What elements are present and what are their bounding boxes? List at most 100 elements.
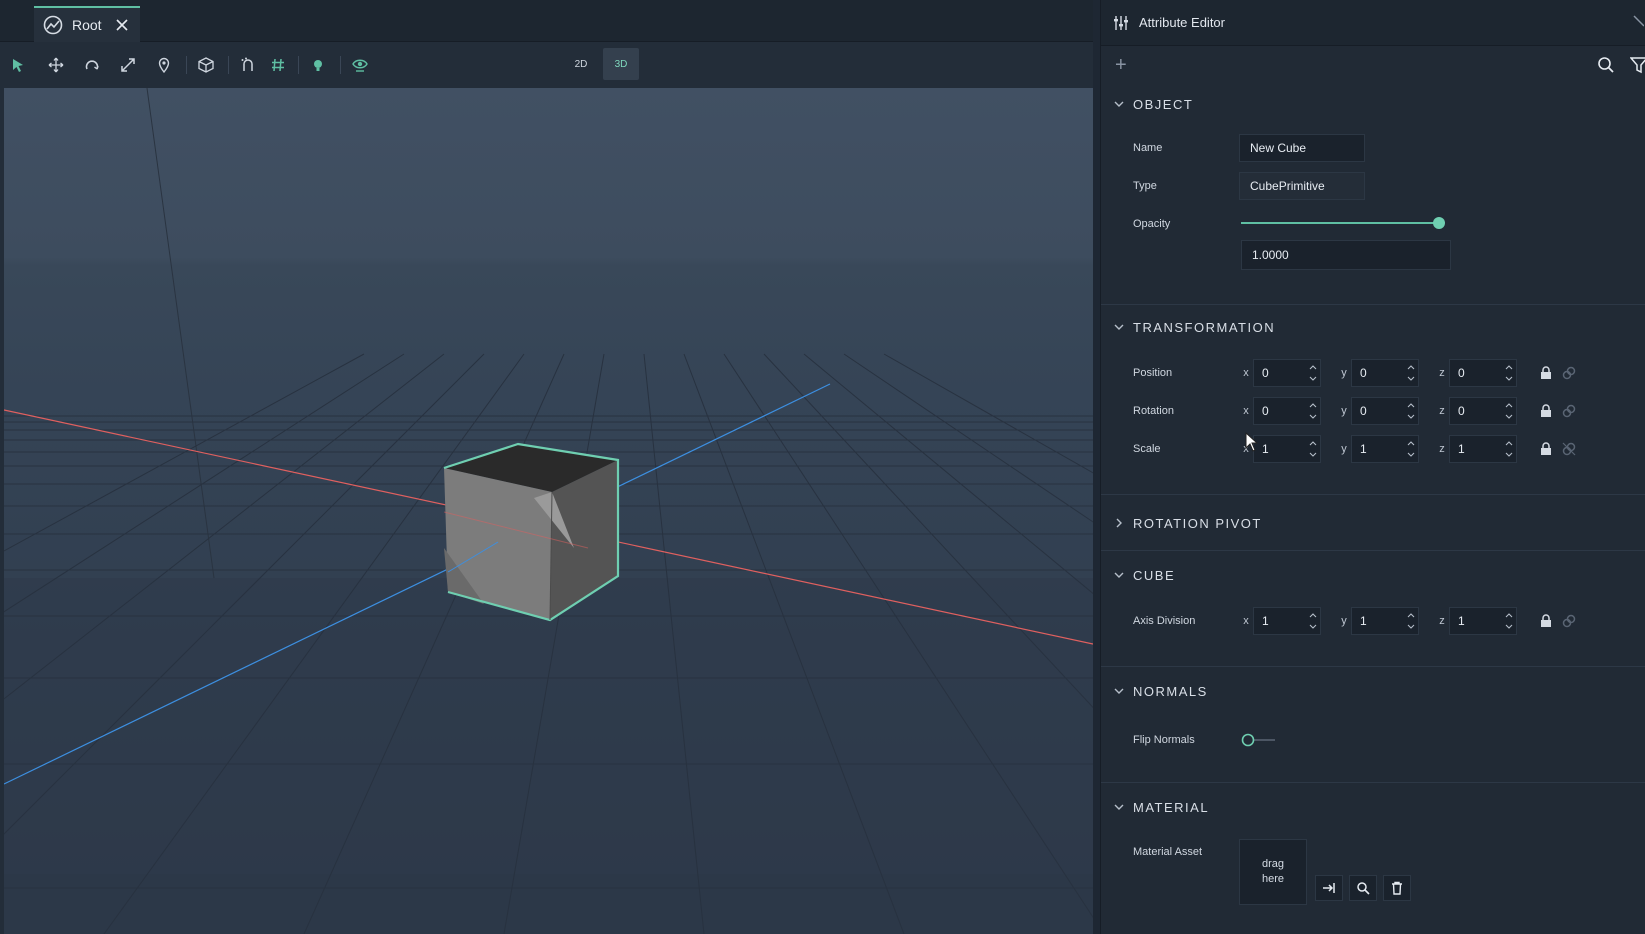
toolbar-separator <box>186 56 187 74</box>
spinner-icon[interactable] <box>1407 611 1415 631</box>
expand-icon <box>121 58 135 72</box>
section-title: OBJECT <box>1133 96 1194 112</box>
rotation-z[interactable]: z0 <box>1435 397 1519 425</box>
section-header-material[interactable]: MATERIAL <box>1113 793 1209 821</box>
type-label: Type <box>1133 180 1157 192</box>
attribute-editor-toolbar: + <box>1101 46 1645 84</box>
3d-viewport[interactable] <box>4 88 1093 934</box>
search-icon[interactable] <box>1597 56 1615 74</box>
section-header-cube[interactable]: CUBE <box>1113 561 1175 589</box>
spinner-icon[interactable] <box>1309 363 1317 383</box>
type-field: CubePrimitive <box>1239 172 1365 200</box>
lock-icon[interactable] <box>1539 366 1553 380</box>
find-material-button[interactable] <box>1349 875 1377 901</box>
spinner-icon[interactable] <box>1407 401 1415 421</box>
axis-division-y-input[interactable]: 1 <box>1351 607 1419 635</box>
rotate-tool-button[interactable] <box>80 53 104 77</box>
axis-division-x-input[interactable]: 1 <box>1253 607 1321 635</box>
rotate-icon <box>85 60 99 70</box>
rotation-y-input[interactable]: 0 <box>1351 397 1419 425</box>
axis-division-x[interactable]: x1 <box>1239 607 1323 635</box>
spinner-icon[interactable] <box>1505 401 1513 421</box>
link-icon[interactable] <box>1561 403 1577 419</box>
snap-button[interactable] <box>236 53 260 77</box>
scale-x-input[interactable]: 1 <box>1253 435 1321 463</box>
pivot-tool-button[interactable] <box>152 53 176 77</box>
scene-canvas[interactable] <box>4 88 1093 934</box>
section-header-normals[interactable]: NORMALS <box>1113 677 1208 705</box>
panel-title: Attribute Editor <box>1139 15 1225 30</box>
rotation-y[interactable]: y0 <box>1337 397 1421 425</box>
spinner-icon[interactable] <box>1407 439 1415 459</box>
name-field[interactable]: New Cube <box>1239 134 1365 162</box>
opacity-field[interactable]: 1.0000 <box>1241 240 1451 270</box>
position-y[interactable]: y0 <box>1337 359 1421 387</box>
link-icon[interactable] <box>1561 441 1577 457</box>
position-z[interactable]: z0 <box>1435 359 1519 387</box>
rotation-x-input[interactable]: 0 <box>1253 397 1321 425</box>
link-icon[interactable] <box>1561 365 1577 381</box>
material-drop-zone[interactable]: drag here <box>1239 839 1307 905</box>
flip-normals-toggle[interactable] <box>1241 733 1277 747</box>
mouse-cursor-icon <box>1245 432 1259 452</box>
view-options-button[interactable] <box>348 53 372 77</box>
mode-3d-button[interactable]: 3D <box>603 48 639 80</box>
assign-material-button[interactable] <box>1315 875 1343 901</box>
grid-toggle-button[interactable] <box>266 53 290 77</box>
close-icon[interactable] <box>114 17 130 33</box>
section-title: CUBE <box>1133 567 1176 583</box>
section-header-transformation[interactable]: TRANSFORMATION <box>1113 313 1275 341</box>
spinner-icon[interactable] <box>1309 611 1317 631</box>
tab-bar: Root <box>0 0 1093 42</box>
lock-icon[interactable] <box>1539 404 1553 418</box>
section-header-object[interactable]: OBJECT <box>1113 90 1193 118</box>
position-y-input[interactable]: 0 <box>1351 359 1419 387</box>
tab-root[interactable]: Root <box>34 6 140 42</box>
axis-division-z[interactable]: z1 <box>1435 607 1519 635</box>
spinner-icon[interactable] <box>1407 363 1415 383</box>
rotation-z-input[interactable]: 0 <box>1449 397 1517 425</box>
pointer-icon <box>13 59 23 72</box>
lighting-button[interactable] <box>306 53 330 77</box>
position-x[interactable]: x0 <box>1239 359 1323 387</box>
lock-icon[interactable] <box>1539 614 1553 628</box>
opacity-slider-thumb[interactable] <box>1433 217 1445 229</box>
add-attribute-button[interactable]: + <box>1115 54 1127 77</box>
position-x-input[interactable]: 0 <box>1253 359 1321 387</box>
spinner-icon[interactable] <box>1309 439 1317 459</box>
attribute-editor-header: Attribute Editor <box>1101 0 1645 46</box>
cube-mesh[interactable] <box>443 442 620 622</box>
rotation-x[interactable]: x0 <box>1239 397 1323 425</box>
position-z-input[interactable]: 0 <box>1449 359 1517 387</box>
filter-icon[interactable] <box>1630 56 1645 74</box>
spinner-icon[interactable] <box>1505 363 1513 383</box>
lock-icon[interactable] <box>1539 442 1553 456</box>
scale-z[interactable]: z1 <box>1435 435 1519 463</box>
select-tool-button[interactable] <box>6 53 30 77</box>
tab-label: Root <box>72 17 102 33</box>
mode-2d-button[interactable]: 2D <box>563 48 599 80</box>
light-bulb-icon <box>314 60 322 71</box>
section-header-rotation-pivot[interactable]: ROTATION PIVOT <box>1113 509 1262 537</box>
link-icon[interactable] <box>1561 613 1577 629</box>
arrow-to-line-icon <box>1323 883 1335 893</box>
grid-hash-icon <box>272 58 284 72</box>
scale-z-input[interactable]: 1 <box>1449 435 1517 463</box>
spinner-icon[interactable] <box>1505 439 1513 459</box>
close-icon[interactable] <box>1632 14 1644 28</box>
move-tool-button[interactable] <box>44 53 68 77</box>
spinner-icon[interactable] <box>1505 611 1513 631</box>
opacity-slider-track[interactable] <box>1241 222 1439 224</box>
scale-tool-button[interactable] <box>116 53 140 77</box>
section-material: MATERIAL <box>1101 782 1645 934</box>
bounding-box-button[interactable] <box>194 53 218 77</box>
scale-y[interactable]: y1 <box>1337 435 1421 463</box>
clear-material-button[interactable] <box>1383 875 1411 901</box>
section-rotation-pivot: ROTATION PIVOT <box>1101 494 1645 550</box>
axis-division-z-input[interactable]: 1 <box>1449 607 1517 635</box>
sliders-icon <box>1114 15 1128 30</box>
axis-division-y[interactable]: y1 <box>1337 607 1421 635</box>
chevron-right-icon <box>1116 518 1122 528</box>
spinner-icon[interactable] <box>1309 401 1317 421</box>
scale-y-input[interactable]: 1 <box>1351 435 1419 463</box>
